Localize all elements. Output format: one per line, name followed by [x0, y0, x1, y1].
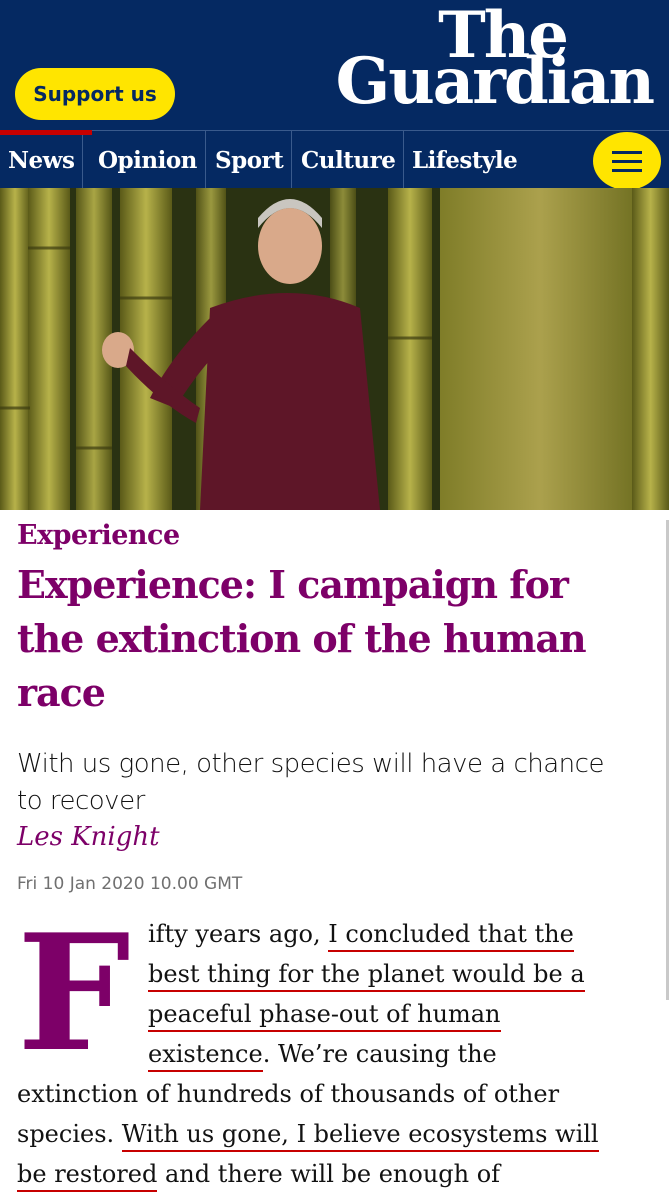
main-nav: News Opinion Sport Culture Lifestyle — [0, 130, 669, 189]
drop-cap: F — [17, 899, 131, 1087]
hamburger-icon[interactable] — [593, 132, 661, 190]
standfirst-line: With us gone, other species will have a … — [17, 749, 604, 779]
headline-line: Experience: I campaign for — [17, 562, 569, 607]
nav-opinion[interactable]: Opinion — [90, 131, 206, 189]
nav-active-indicator — [0, 130, 92, 135]
highlighted-text: I concluded that the — [328, 920, 574, 952]
body-line: existence. We’re causing the — [148, 1034, 497, 1074]
article-kicker[interactable]: Experience — [17, 520, 180, 551]
highlighted-text: existence — [148, 1040, 263, 1072]
body-line: species. With us gone, I believe ecosyst… — [17, 1114, 599, 1154]
menu-line — [612, 159, 642, 163]
headline-line: the extinction of the human — [17, 616, 587, 661]
nav-culture[interactable]: Culture — [293, 131, 405, 189]
body-line: ifty years ago, I concluded that the — [148, 914, 574, 954]
standfirst-line: to recover — [17, 786, 145, 816]
body-text: . We’re causing the — [262, 1040, 497, 1068]
headline-line: race — [17, 670, 106, 715]
nav-lifestyle[interactable]: Lifestyle — [404, 131, 525, 189]
article-standfirst: With us gone, other species will have a … — [17, 746, 657, 820]
body-text: and there will be enough of — [157, 1160, 501, 1188]
bamboo-portrait-illustration — [0, 188, 669, 510]
highlighted-text: best thing for the planet would be a — [148, 960, 585, 992]
body-line: best thing for the planet would be a — [148, 954, 585, 994]
body-line: extinction of hundreds of thousands of o… — [17, 1074, 559, 1114]
body-line: be restored and there will be enough of — [17, 1154, 500, 1194]
nav-news[interactable]: News — [0, 131, 84, 189]
nav-sport[interactable]: Sport — [207, 131, 293, 189]
body-text: extinction of hundreds of thousands of o… — [17, 1080, 560, 1108]
highlighted-text: be restored — [17, 1160, 158, 1192]
body-text: ifty years ago, — [148, 920, 329, 948]
guardian-logo[interactable]: The Guardian — [333, 4, 655, 120]
logo-line-guardian: Guardian — [335, 44, 655, 119]
author-byline[interactable]: Les Knight — [17, 822, 160, 852]
article-hero-image — [0, 188, 669, 510]
article-headline: Experience: I campaign for the extinctio… — [17, 558, 657, 720]
body-line: peaceful phase-out of human — [148, 994, 501, 1034]
menu-line — [612, 168, 642, 172]
highlighted-text: peaceful phase-out of human — [148, 1000, 501, 1032]
body-text: species. — [17, 1120, 122, 1148]
highlighted-text: With us gone, I believe ecosystems will — [121, 1120, 599, 1152]
support-us-button[interactable]: Support us — [15, 68, 175, 120]
menu-line — [612, 150, 642, 154]
publish-date: Fri 10 Jan 2020 10.00 GMT — [17, 874, 243, 894]
